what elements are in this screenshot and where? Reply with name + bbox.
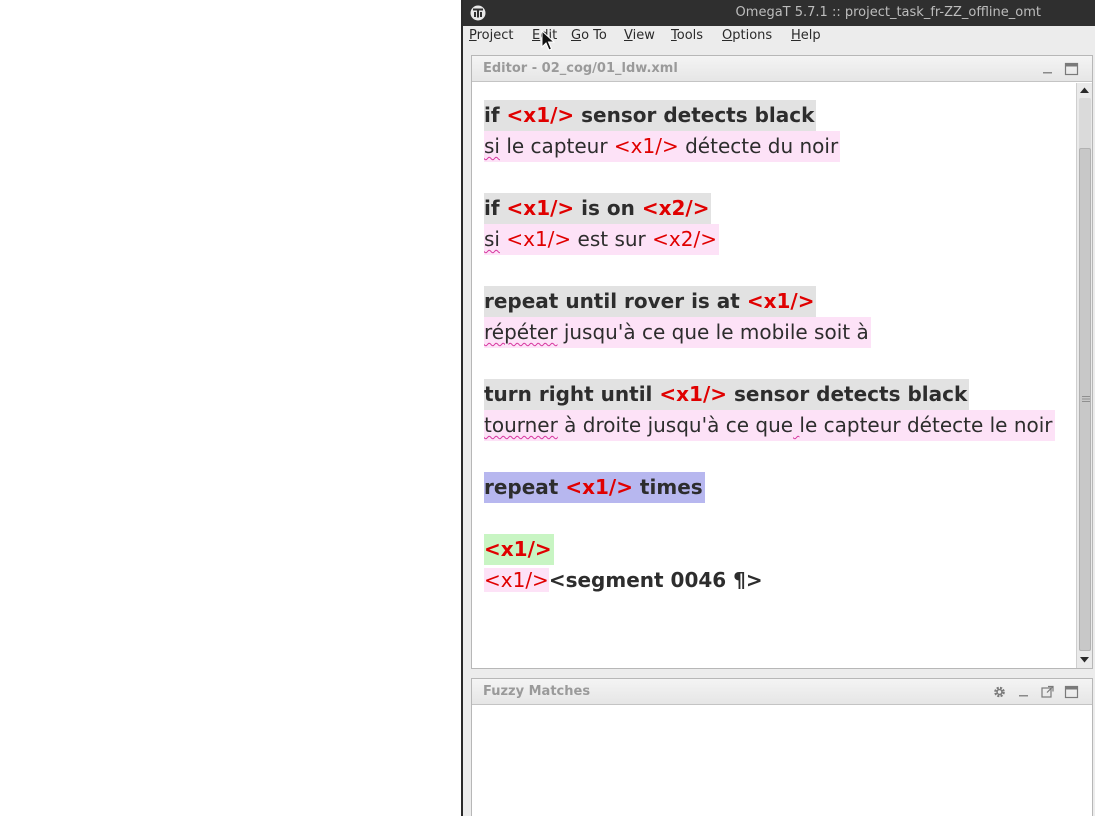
fuzzy-matches-pane: Fuzzy Matches bbox=[471, 678, 1093, 816]
segment-target[interactable]: répéter jusqu'à ce que le mobile soit à bbox=[484, 317, 871, 348]
scroll-down-arrow-icon[interactable] bbox=[1079, 654, 1090, 665]
active-segment-source[interactable]: repeat <x1/> times bbox=[484, 472, 705, 503]
menu-go-to[interactable]: Go To bbox=[571, 28, 607, 43]
minimize-icon[interactable] bbox=[1040, 62, 1055, 76]
mouse-pointer-icon bbox=[541, 30, 555, 51]
omegat-window: OmegaT 5.7.1 :: project_task_fr-ZZ_offli… bbox=[461, 0, 1095, 816]
segment-target[interactable]: si <x1/> est sur <x2/> bbox=[484, 224, 719, 255]
undock-icon[interactable] bbox=[1040, 685, 1055, 699]
segment-source[interactable]: repeat until rover is at <x1/> bbox=[484, 286, 817, 317]
menu-bar: Project Edit Go To View Tools Options He… bbox=[463, 26, 1095, 48]
segment-source[interactable]: <x1/> bbox=[484, 534, 554, 565]
editor-document[interactable]: if <x1/> sensor detects black si le capt… bbox=[472, 83, 1075, 668]
menu-tools[interactable]: Tools bbox=[671, 28, 703, 43]
desktop-background bbox=[0, 0, 461, 816]
maximize-icon[interactable] bbox=[1064, 685, 1079, 699]
segment-source[interactable]: if <x1/> sensor detects black bbox=[484, 100, 817, 131]
menu-help[interactable]: Help bbox=[791, 28, 821, 43]
segment-marker: <segment 0046 ¶> bbox=[548, 568, 763, 592]
scrollbar-thumb[interactable] bbox=[1079, 148, 1091, 651]
maximize-icon[interactable] bbox=[1064, 62, 1079, 76]
segment-source[interactable]: if <x1/> is on <x2/> bbox=[484, 193, 712, 224]
editor-pane: Editor - 02_cog/01_ldw.xml if <x1/> sens… bbox=[471, 55, 1093, 669]
menu-view[interactable]: View bbox=[624, 28, 655, 43]
menu-project[interactable]: Project bbox=[469, 28, 514, 43]
segment-source[interactable]: turn right until <x1/> sensor detects bl… bbox=[484, 379, 970, 410]
scrollbar-track[interactable] bbox=[1079, 98, 1091, 651]
editor-pane-title: Editor - 02_cog/01_ldw.xml bbox=[483, 61, 678, 76]
minimize-icon[interactable] bbox=[1016, 685, 1031, 699]
omegat-logo-icon bbox=[470, 5, 486, 21]
segment-target[interactable]: si le capteur <x1/> détecte du noir bbox=[484, 131, 841, 162]
title-bar[interactable]: OmegaT 5.7.1 :: project_task_fr-ZZ_offli… bbox=[463, 0, 1095, 26]
segment-target[interactable]: tourner à droite jusqu'à ce que le capte… bbox=[484, 410, 1055, 441]
scroll-grip-icon bbox=[1082, 396, 1090, 402]
scroll-up-arrow-icon[interactable] bbox=[1079, 85, 1090, 96]
editor-scrollbar[interactable] bbox=[1076, 83, 1092, 668]
window-title: OmegaT 5.7.1 :: project_task_fr-ZZ_offli… bbox=[735, 5, 1041, 20]
editor-pane-header[interactable]: Editor - 02_cog/01_ldw.xml bbox=[472, 56, 1092, 82]
gear-icon[interactable] bbox=[992, 685, 1007, 699]
menu-options[interactable]: Options bbox=[722, 28, 772, 43]
fuzzy-matches-title: Fuzzy Matches bbox=[483, 684, 591, 699]
fuzzy-matches-header[interactable]: Fuzzy Matches bbox=[472, 679, 1092, 705]
segment-target[interactable]: <x1/><segment 0046 ¶> bbox=[484, 565, 765, 596]
